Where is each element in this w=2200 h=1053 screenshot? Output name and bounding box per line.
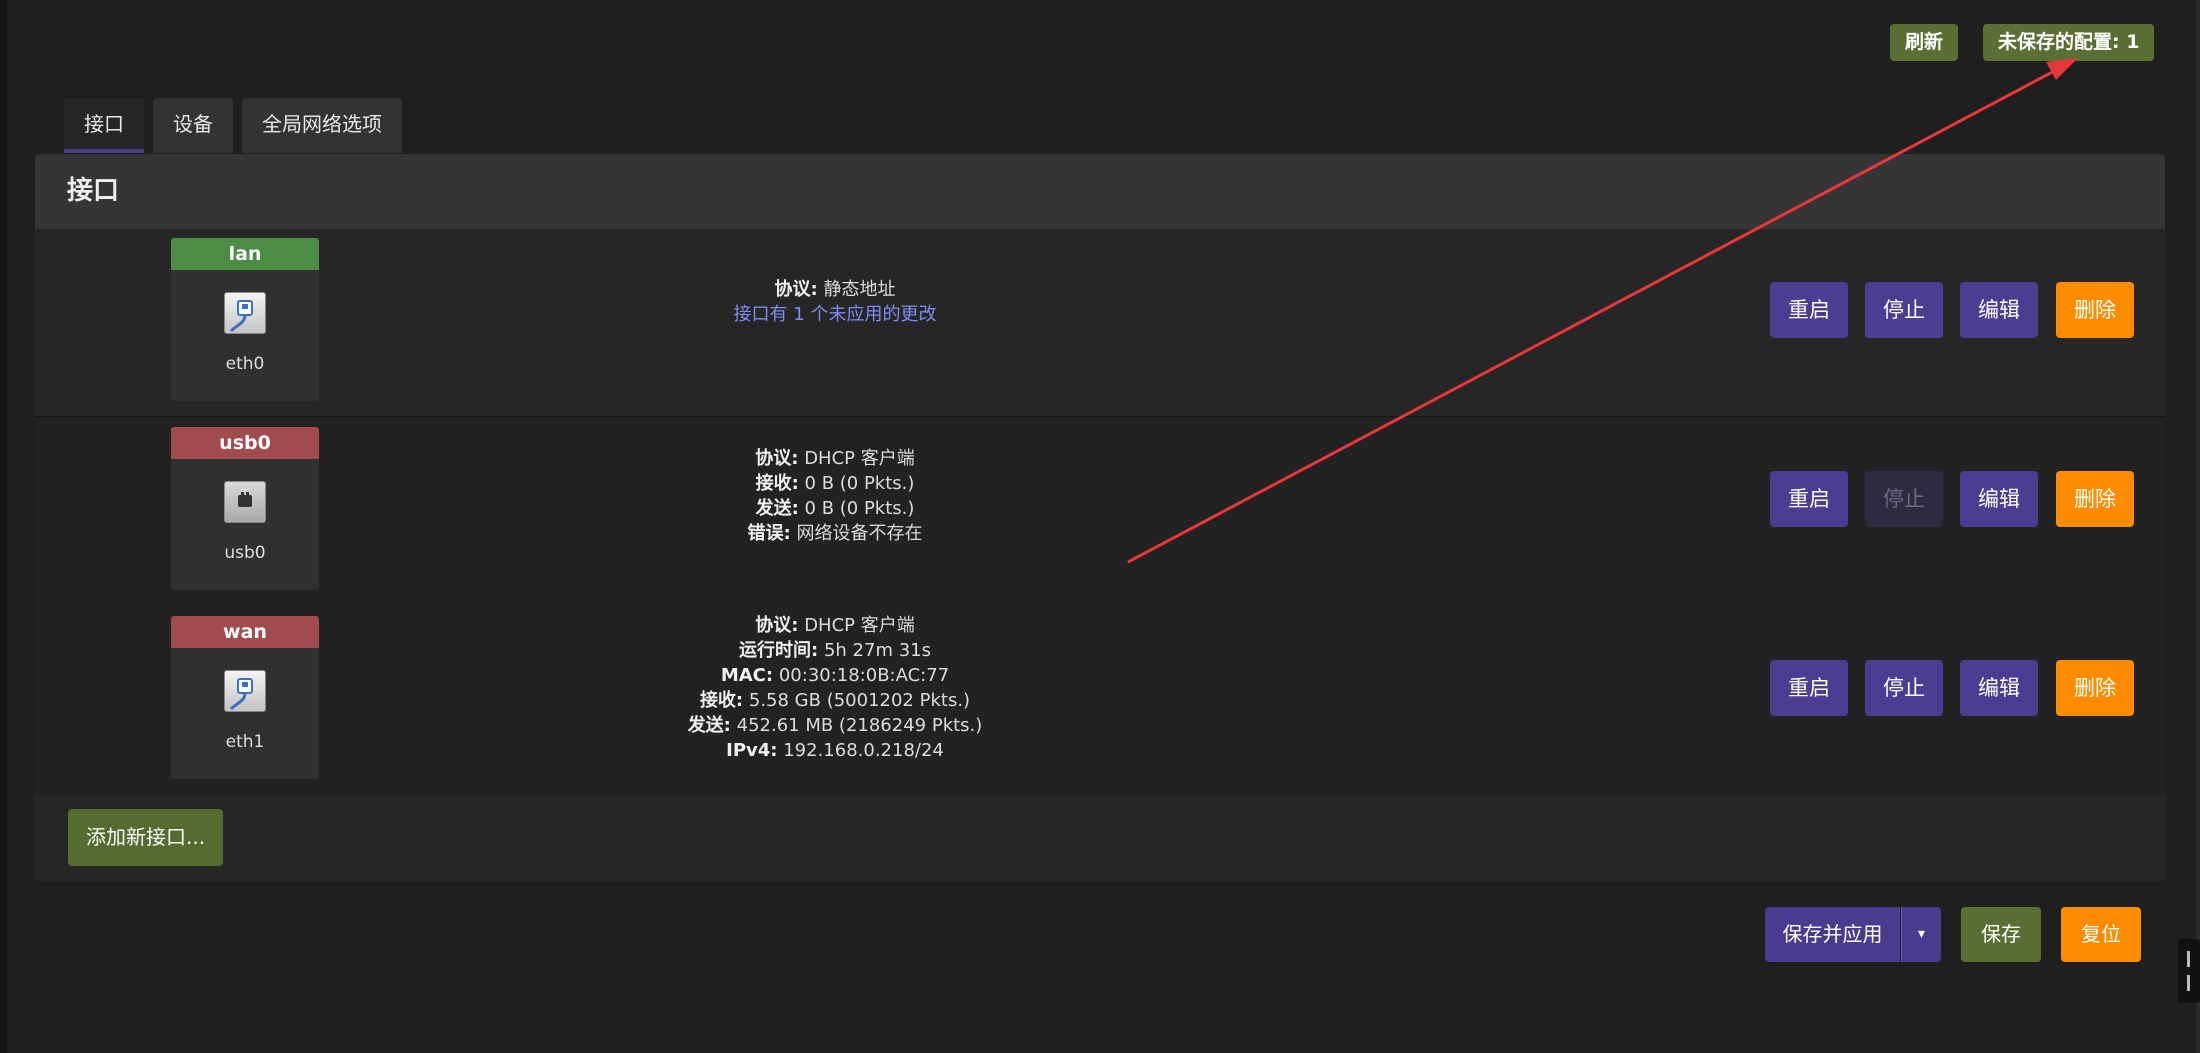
interface-name: wan bbox=[171, 616, 319, 648]
interface-row-usb0: usb0 usb0 协议: DHCP 客户端 接收: 0 B (0 Pkts.)… bbox=[35, 417, 2165, 606]
tab-global-network-options[interactable]: 全局网络选项 bbox=[242, 98, 402, 153]
interface-name: usb0 bbox=[171, 427, 319, 459]
field-value: 00:30:18:0B:AC:77 bbox=[778, 665, 950, 686]
tab-interfaces[interactable]: 接口 bbox=[64, 98, 144, 153]
add-interface-button[interactable]: 添加新接口... bbox=[68, 809, 224, 866]
field-value: DHCP 客户端 bbox=[804, 615, 915, 636]
field-label: 协议: bbox=[755, 448, 799, 469]
interface-status: 协议: 静态地址 接口有 1 个未应用的更改 bbox=[495, 277, 1175, 327]
interface-status: 协议: DHCP 客户端 运行时间: 5h 27m 31s MAC: 00:30… bbox=[495, 613, 1175, 763]
device-name: eth1 bbox=[225, 732, 265, 752]
interface-row-wan: wan eth1 协议: DHCP 客户端 运行时间: 5h 27m 31s M… bbox=[35, 606, 2165, 795]
field-label: 接收: bbox=[755, 473, 799, 494]
edit-button[interactable]: 编辑 bbox=[1960, 471, 2038, 527]
save-apply-dropdown-icon[interactable]: ▾ bbox=[1901, 907, 1941, 962]
stop-button[interactable]: 停止 bbox=[1865, 282, 1943, 338]
interface-badge-wan: wan eth1 bbox=[171, 616, 319, 779]
resize-handle[interactable] bbox=[2178, 939, 2200, 1003]
edit-button[interactable]: 编辑 bbox=[1960, 282, 2038, 338]
field-label: 协议: bbox=[774, 279, 818, 300]
interfaces-panel: 接口 lan eth0 协议: 静态地址 接口有 1 个未应用的更改 重启 停止… bbox=[35, 154, 2165, 881]
save-apply-button[interactable]: 保存并应用 bbox=[1765, 907, 1900, 962]
field-label: 发送: bbox=[687, 715, 731, 736]
interface-badge-lan: lan eth0 bbox=[171, 238, 319, 401]
field-value: 0 B (0 Pkts.) bbox=[804, 473, 915, 494]
field-label: 协议: bbox=[755, 615, 799, 636]
field-label: 发送: bbox=[755, 498, 799, 519]
restart-button[interactable]: 重启 bbox=[1770, 471, 1848, 527]
tab-devices[interactable]: 设备 bbox=[153, 98, 233, 153]
window-right-border bbox=[2196, 0, 2200, 1053]
field-value: 452.61 MB (2186249 Pkts.) bbox=[736, 715, 983, 736]
interface-status: 协议: DHCP 客户端 接收: 0 B (0 Pkts.) 发送: 0 B (… bbox=[495, 446, 1175, 546]
field-label: 运行时间: bbox=[739, 640, 819, 661]
delete-button[interactable]: 删除 bbox=[2056, 471, 2134, 527]
field-value: 静态地址 bbox=[823, 279, 896, 300]
interface-badge-usb0: usb0 usb0 bbox=[171, 427, 319, 590]
device-name: usb0 bbox=[224, 543, 266, 563]
ethernet-port-icon bbox=[224, 292, 266, 334]
device-name: eth0 bbox=[225, 354, 265, 374]
delete-button[interactable]: 删除 bbox=[2056, 282, 2134, 338]
field-value: DHCP 客户端 bbox=[804, 448, 915, 469]
window-left-border bbox=[0, 0, 7, 1053]
save-button[interactable]: 保存 bbox=[1961, 907, 2041, 962]
pending-changes-link[interactable]: 接口有 1 个未应用的更改 bbox=[495, 302, 1175, 327]
field-value: 5h 27m 31s bbox=[823, 640, 931, 661]
edit-button[interactable]: 编辑 bbox=[1960, 660, 2038, 716]
field-label: MAC: bbox=[720, 665, 774, 686]
refresh-button[interactable]: 刷新 bbox=[1890, 24, 1959, 61]
section-title: 接口 bbox=[35, 154, 2165, 229]
restart-button[interactable]: 重启 bbox=[1770, 282, 1848, 338]
stop-button[interactable]: 停止 bbox=[1865, 471, 1943, 527]
field-value: 192.168.0.218/24 bbox=[783, 740, 944, 761]
field-value: 0 B (0 Pkts.) bbox=[804, 498, 915, 519]
delete-button[interactable]: 删除 bbox=[2056, 660, 2134, 716]
stop-button[interactable]: 停止 bbox=[1865, 660, 1943, 716]
unsaved-config-button[interactable]: 未保存的配置: 1 bbox=[1983, 24, 2155, 61]
ethernet-port-icon bbox=[224, 670, 266, 712]
reset-button[interactable]: 复位 bbox=[2061, 907, 2141, 962]
field-label: IPv4: bbox=[726, 740, 778, 761]
restart-button[interactable]: 重启 bbox=[1770, 660, 1848, 716]
field-label: 接收: bbox=[699, 690, 744, 711]
usb-device-icon bbox=[224, 481, 266, 523]
field-label: 错误: bbox=[747, 523, 791, 544]
interface-row-lan: lan eth0 协议: 静态地址 接口有 1 个未应用的更改 重启 停止 编辑… bbox=[35, 229, 2165, 418]
field-value: 5.58 GB (5001202 Pkts.) bbox=[748, 690, 971, 711]
tab-bar: 接口 设备 全局网络选项 bbox=[64, 98, 402, 153]
interface-name: lan bbox=[171, 238, 319, 270]
field-value: 网络设备不存在 bbox=[796, 523, 923, 544]
